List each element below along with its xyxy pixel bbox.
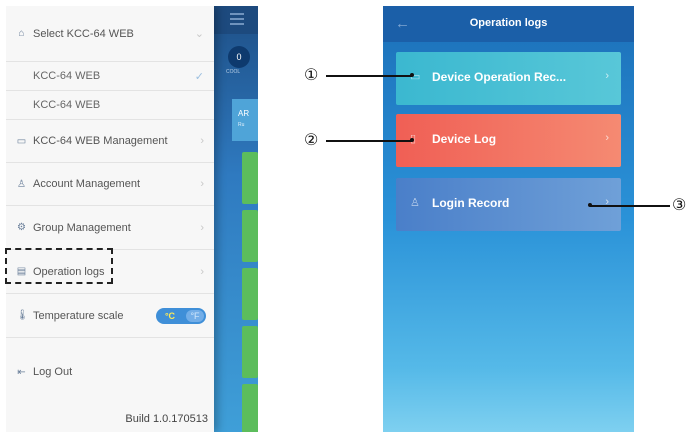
menu-item-label: Group Management: [33, 221, 131, 234]
menu-item-label: KCC-64 WEB Management: [33, 135, 168, 147]
area-card-label: AR: [238, 109, 250, 118]
unit-tile: [242, 210, 258, 262]
callout-2: ②: [304, 130, 319, 149]
select-device-label: Select KCC-64 WEB: [33, 27, 134, 40]
cool-label: COOL: [226, 69, 241, 75]
device-log-button[interactable]: ▯ Device Log ›: [396, 114, 621, 167]
left-phone-screen: 0 COOL AR Ru ⌂ Select KCC-64 WEB ⌄ KCC-6…: [6, 6, 258, 432]
thermometer-icon: 🌡: [16, 310, 29, 321]
chevron-right-icon: ›: [605, 132, 609, 144]
select-device-row[interactable]: ⌂ Select KCC-64 WEB ⌄: [6, 6, 214, 62]
area-card: AR Ru: [232, 99, 258, 141]
callout-3: ③: [672, 195, 687, 214]
temperature-scale-label: Temperature scale: [33, 309, 124, 322]
menu-item-label: Account Management: [33, 178, 141, 190]
highlight-box-operation-logs: [5, 248, 113, 284]
chevron-right-icon: ›: [605, 70, 609, 82]
device-option-1[interactable]: KCC-64 WEB ✓: [6, 62, 214, 91]
login-record-label: Login Record: [432, 196, 510, 210]
unit-tile: [242, 326, 258, 378]
device-operation-record-label: Device Operation Rec...: [432, 70, 567, 84]
right-phone-screen: ← Operation logs ▭ Device Operation Rec.…: [383, 6, 634, 432]
logout-row[interactable]: ⇤ Log Out: [6, 352, 214, 392]
callout-3-dot: [588, 203, 592, 207]
celsius-option[interactable]: °C: [158, 310, 182, 322]
area-card-sub: Ru: [238, 122, 245, 128]
unit-tile: [242, 268, 258, 320]
callout-2-dot: [410, 138, 414, 142]
unit-tile: [242, 152, 258, 204]
hamburger-menu-icon[interactable]: [230, 13, 244, 25]
device-log-label: Device Log: [432, 132, 497, 146]
chevron-right-icon: ›: [200, 265, 204, 278]
temperature-unit-toggle[interactable]: °C °F: [156, 308, 206, 324]
monitor-icon: ▭: [16, 135, 27, 147]
device-option-label: KCC-64 WEB: [33, 70, 101, 82]
checkmark-icon: ✓: [194, 70, 204, 83]
callout-2-line: [326, 140, 412, 142]
gear-icon: ⚙: [17, 222, 26, 233]
chevron-right-icon: ›: [200, 178, 204, 190]
build-version: Build 1.0.170513: [125, 413, 208, 425]
device-operation-record-button[interactable]: ▭ Device Operation Rec... ›: [396, 52, 621, 105]
page-title: Operation logs: [469, 17, 548, 29]
callout-3-line: [590, 205, 670, 207]
unit-tile: [242, 384, 258, 432]
temperature-scale-row: 🌡 Temperature scale °C °F: [6, 294, 214, 338]
chevron-down-icon: ⌄: [194, 28, 204, 40]
chevron-right-icon: ›: [200, 135, 204, 147]
cool-count-badge: 0: [228, 46, 250, 68]
logout-label: Log Out: [33, 366, 73, 378]
side-drawer: ⌂ Select KCC-64 WEB ⌄ KCC-64 WEB ✓ KCC-6…: [6, 6, 214, 432]
chevron-right-icon: ›: [200, 221, 204, 234]
menu-item-account-management[interactable]: ♙ Account Management ›: [6, 163, 214, 206]
user-group-icon: ♙: [410, 197, 420, 209]
logout-icon: ⇤: [17, 366, 26, 378]
device-option-2[interactable]: KCC-64 WEB: [6, 91, 214, 120]
fahrenheit-option[interactable]: °F: [186, 310, 204, 322]
callout-1: ①: [304, 65, 319, 84]
callout-1-dot: [410, 73, 414, 77]
callout-1-line: [326, 75, 412, 77]
device-icon: ⌂: [18, 28, 25, 39]
menu-item-group-management[interactable]: ⚙ Group Management ›: [6, 206, 214, 250]
menu-item-kcc-management[interactable]: ▭ KCC-64 WEB Management ›: [6, 120, 214, 163]
device-option-label: KCC-64 WEB: [33, 99, 101, 111]
user-icon: ♙: [17, 178, 26, 190]
